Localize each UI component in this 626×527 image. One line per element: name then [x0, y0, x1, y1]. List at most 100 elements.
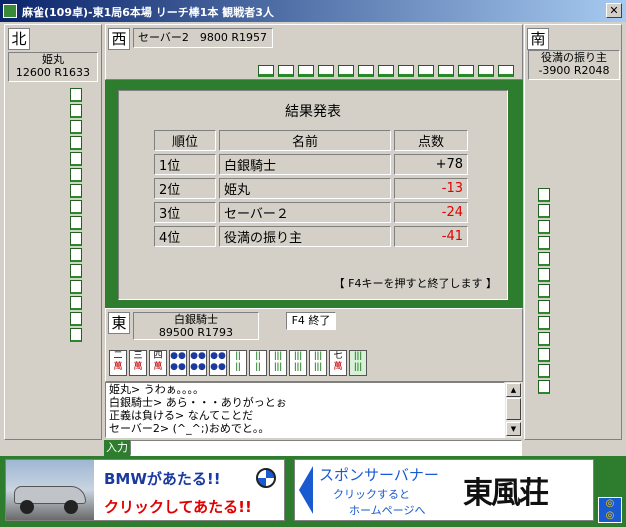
hand-tile[interactable]: 三萬 — [129, 350, 147, 376]
header-rank: 順位 — [154, 130, 216, 151]
face-down-tile — [438, 65, 454, 77]
hand-tile[interactable]: ǀǀǀ ǀǀǀ — [349, 350, 367, 376]
hand-tile[interactable]: ǀǀ ǀǀ — [229, 350, 247, 376]
row-name: セーバー２ — [219, 202, 391, 223]
face-down-tile — [70, 104, 82, 118]
bmw-ad-line1: BMWがあたる!! — [104, 470, 221, 488]
hand-tile-bottom: ●● — [170, 362, 186, 372]
face-down-tile — [70, 152, 82, 166]
hand-tile-top: ǀǀǀ — [354, 351, 362, 361]
hand-tile[interactable]: ǀǀǀ ǀǀǀ — [289, 350, 307, 376]
row-rank: 1位 — [154, 154, 216, 175]
face-down-tile — [338, 65, 354, 77]
hand-tile-top: 二 — [113, 351, 123, 361]
north-player-panel — [4, 24, 102, 440]
face-down-tile — [70, 312, 82, 326]
chat-line: 白銀騎士> あら・・・ありがっとぉ — [109, 396, 287, 409]
car-image — [6, 460, 94, 520]
hand-tile-bottom: ǀǀǀ — [274, 362, 282, 372]
face-down-tile — [538, 252, 550, 266]
face-down-tile — [298, 65, 314, 77]
face-down-tile — [498, 65, 514, 77]
header-points: 点数 — [394, 130, 468, 151]
hand-tile[interactable]: ●● ●● — [209, 350, 227, 376]
face-down-tile — [70, 248, 82, 262]
face-down-tile — [398, 65, 414, 77]
window-title: 麻雀(109卓)-東1局6本場 リーチ棒1本 観戦者3人 — [22, 6, 274, 19]
result-footer: 【 F4キーを押すと終了します 】 — [333, 277, 497, 290]
face-down-tile — [538, 332, 550, 346]
hand-tile-top: ǀǀǀ — [294, 351, 302, 361]
face-down-tile — [70, 184, 82, 198]
hand-tile[interactable]: 七萬 — [329, 350, 347, 376]
row-points: +78 — [394, 154, 468, 175]
hand-tile-bottom: ǀǀǀ — [314, 362, 322, 372]
east-player-info: 白銀騎士 89500 R1793 — [133, 312, 259, 340]
face-down-tile — [538, 188, 550, 202]
sponsor-banner[interactable]: スポンサーバナー クリックすると ホームページへ 東風荘 — [294, 459, 594, 521]
face-down-tile — [538, 316, 550, 330]
face-down-tile — [258, 65, 274, 77]
hand-tile-bottom: 萬 — [333, 362, 343, 372]
face-down-tile — [538, 220, 550, 234]
hand-tile[interactable]: ǀǀǀ ǀǀǀ — [269, 350, 287, 376]
north-player-score: 12600 R1633 — [15, 66, 91, 79]
north-player-name: 姫丸 — [42, 53, 64, 66]
hand-tile[interactable]: ǀǀ ǀǀ — [249, 350, 267, 376]
hand-tile-top: ǀǀǀ — [314, 351, 322, 361]
row-rank: 4位 — [154, 226, 216, 247]
hand-tile-bottom: ǀǀǀ — [354, 362, 362, 372]
hand-tile[interactable]: ǀǀǀ ǀǀǀ — [309, 350, 327, 376]
row-name: 役満の振り主 — [219, 226, 391, 247]
north-player-info: 姫丸 12600 R1633 — [8, 52, 98, 82]
row-name: 白銀騎士 — [219, 154, 391, 175]
chat-scrollbar[interactable]: ▲ ▼ — [505, 382, 522, 438]
face-down-tile — [458, 65, 474, 77]
sponsor-line2: クリックすると — [333, 488, 410, 501]
face-down-tile — [70, 296, 82, 310]
hand-tile[interactable]: ●● ●● — [189, 350, 207, 376]
face-down-tile — [70, 136, 82, 150]
face-down-tile — [538, 284, 550, 298]
chat-line: 姫丸> うわぁ。。。。 — [109, 383, 204, 396]
row-rank: 3位 — [154, 202, 216, 223]
hand-tile-top: 三 — [133, 351, 143, 361]
close-button[interactable]: ✕ — [606, 3, 622, 18]
face-down-tile — [70, 200, 82, 214]
face-down-tile — [358, 65, 374, 77]
table-row: 1位 白銀騎士 +78 — [154, 154, 468, 175]
result-dialog: 結果発表 順位 名前 点数 1位 白銀騎士 +78 2位 姫丸 -13 3位 セ… — [118, 90, 508, 300]
f4-quit-button[interactable]: F4 終了 — [286, 312, 336, 330]
hand-tile-top: ●● — [170, 351, 186, 361]
hand-tile-bottom: 萬 — [113, 362, 123, 372]
west-player-info: セーバー2 9800 R1957 — [133, 28, 273, 48]
scroll-up-button[interactable]: ▲ — [506, 383, 521, 397]
app-icon — [3, 4, 17, 18]
south-player-name: 役満の振り主 — [541, 51, 607, 64]
face-down-tile — [70, 280, 82, 294]
chat-input[interactable] — [130, 440, 522, 456]
row-rank: 2位 — [154, 178, 216, 199]
chat-log: 姫丸> うわぁ。。。。 白銀騎士> あら・・・ありがっとぉ 正義は負ける> なん… — [105, 382, 505, 438]
hand-tile[interactable]: ●● ●● — [169, 350, 187, 376]
face-down-tile — [538, 300, 550, 314]
hand-tile-bottom: 萬 — [153, 362, 163, 372]
face-down-tile — [418, 65, 434, 77]
hand-tile-top: ●● — [210, 351, 226, 361]
hand-tile[interactable]: 二萬 — [109, 350, 127, 376]
bmw-logo-icon — [256, 468, 276, 488]
scroll-thumb[interactable] — [506, 398, 521, 420]
face-down-tile — [538, 236, 550, 250]
table-row: 4位 役満の振り主 -41 — [154, 226, 468, 247]
hand-tile-top: ●● — [190, 351, 206, 361]
face-down-tile — [70, 88, 82, 102]
face-down-tile — [538, 348, 550, 362]
bmw-ad-banner[interactable]: BMWがあたる!! クリックしてあたる!! — [5, 459, 285, 521]
row-points: -41 — [394, 226, 468, 247]
face-down-tile — [478, 65, 494, 77]
scroll-down-button[interactable]: ▼ — [506, 422, 521, 436]
table-row: 2位 姫丸 -13 — [154, 178, 468, 199]
sponsor-line1: スポンサーバナー — [319, 466, 439, 484]
hand-tile[interactable]: 四萬 — [149, 350, 167, 376]
face-down-tile — [70, 168, 82, 182]
